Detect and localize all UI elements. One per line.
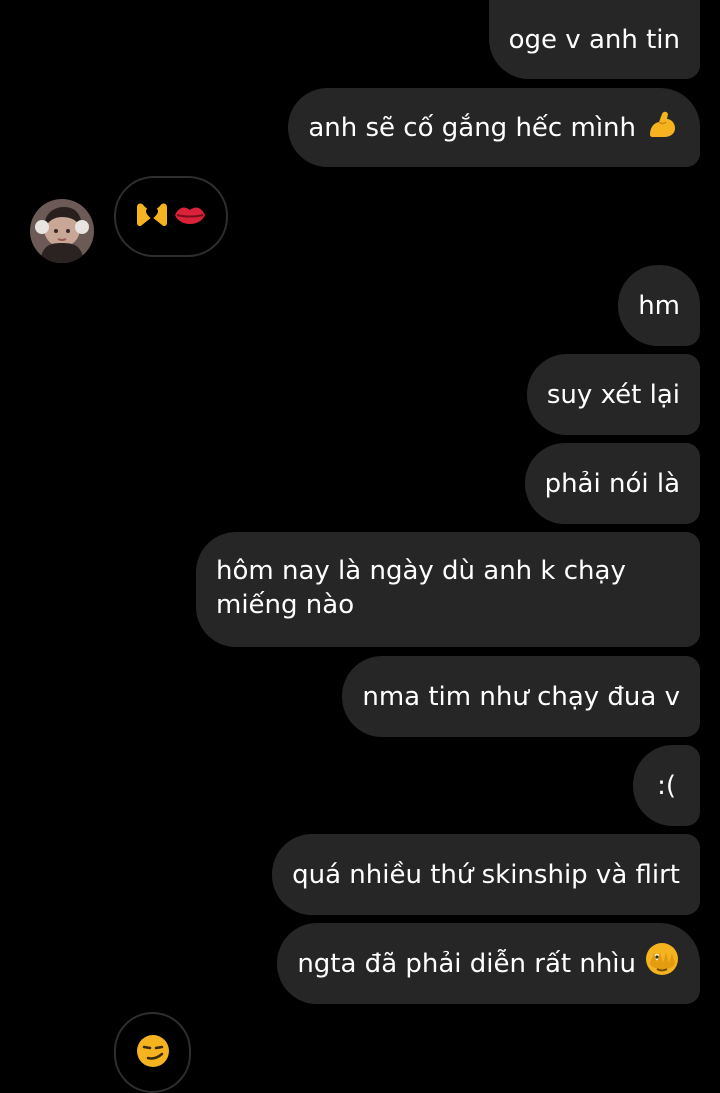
avatar[interactable] [30, 199, 94, 263]
message-bubble[interactable]: :( [633, 745, 700, 826]
message-text: ngta đã phải diễn rất nhìu [297, 948, 636, 979]
message-text: oge v anh tin [508, 24, 680, 55]
smirking-face-icon [135, 1033, 171, 1073]
message-text: suy xét lại [546, 379, 680, 410]
message-text: miếng nào [216, 590, 355, 620]
heart-hands-icon [134, 197, 170, 237]
message-bubble[interactable]: quá nhiều thứ skinship và flirt [272, 834, 700, 915]
message-text: nma tim như chạy đua v [362, 681, 680, 712]
message-text: phải nói là [544, 468, 680, 499]
kiss-mark-icon [172, 197, 208, 237]
message-text: quá nhiều thứ skinship và flirt [292, 859, 680, 890]
message-text: anh sẽ cố gắng hếc mình [308, 112, 636, 143]
message-text: hôm nay là ngày dù anh k chạy [216, 556, 626, 586]
incoming-message-bubble[interactable] [114, 176, 228, 257]
message-bubble[interactable]: suy xét lại [526, 354, 700, 435]
message-bubble[interactable]: ngta đã phải diễn rất nhìu [277, 923, 700, 1004]
incoming-message-bubble[interactable] [114, 1012, 191, 1093]
message-bubble[interactable]: anh sẽ cố gắng hếc mình [288, 88, 700, 167]
face-with-peeking-eye-icon [644, 941, 680, 986]
message-bubble[interactable]: hm [618, 265, 700, 346]
message-bubble[interactable]: nma tim như chạy đua v [342, 656, 700, 737]
message-bubble[interactable]: hôm nay là ngày dù anh k chạy miếng nào [196, 532, 700, 647]
flexed-biceps-icon [644, 105, 680, 150]
message-text: hm [638, 290, 680, 321]
message-bubble[interactable]: phải nói là [524, 443, 700, 524]
message-text: :( [657, 770, 676, 801]
message-bubble[interactable]: oge v anh tin [488, 0, 700, 79]
